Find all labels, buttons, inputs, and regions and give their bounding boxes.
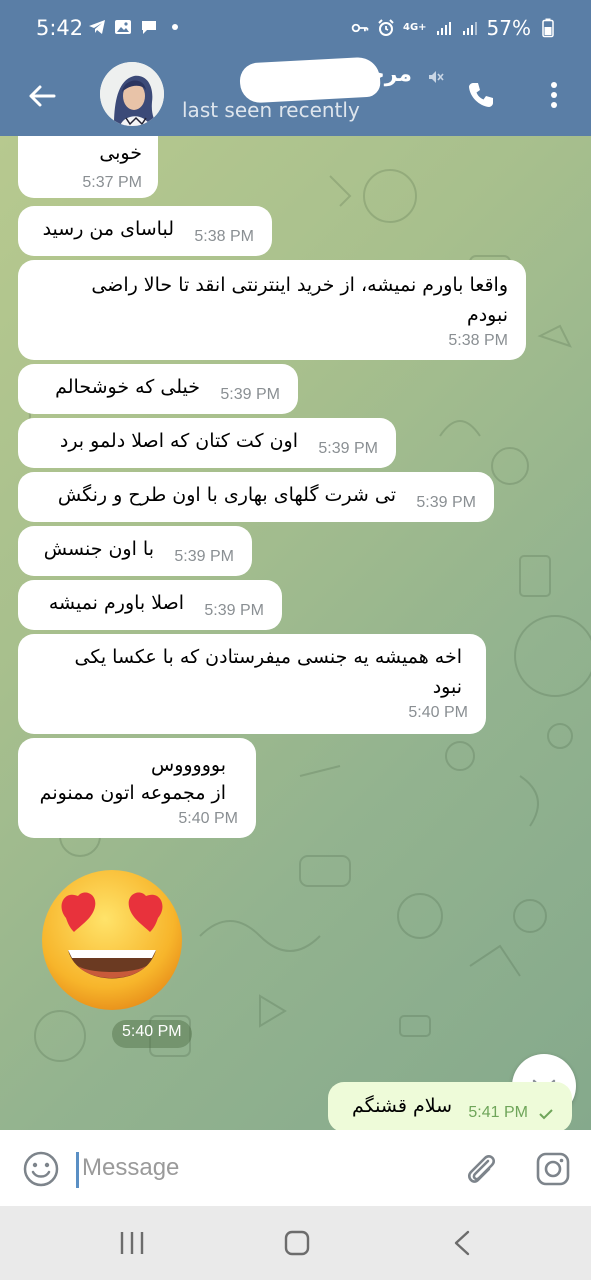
attach-button[interactable]: [462, 1150, 500, 1188]
incoming-message[interactable]: خوبی 5:37 PM: [18, 136, 158, 198]
recents-icon: [120, 1232, 144, 1254]
network-type-label: 4G+: [403, 22, 427, 33]
incoming-message[interactable]: بوووووس از مجموعه اتون ممنونم 5:40 PM: [18, 738, 256, 838]
heart-eyes-emoji-icon[interactable]: [38, 866, 186, 1014]
message-time: 5:39 PM: [416, 494, 476, 511]
message-text: تی شرت گلهای بهاری با اون طرح و رنگش: [57, 484, 396, 506]
system-nav-bar: [0, 1206, 591, 1280]
message-text: لباسای من رسید: [42, 218, 174, 240]
battery-icon: [539, 18, 557, 38]
message-time: 5:39 PM: [318, 440, 378, 457]
arrow-left-icon: [29, 85, 56, 107]
status-right-icons: 4G+ 57%: [351, 16, 557, 40]
signal-strength-icon: [435, 19, 453, 37]
more-notifications-dot-icon: [166, 18, 184, 36]
more-menu-button[interactable]: [540, 76, 568, 114]
home-button[interactable]: [284, 1230, 310, 1260]
chat-messages-area[interactable]: خوبی 5:37 PM لباسای من رسید 5:38 PM واقع…: [0, 136, 591, 1130]
alarm-icon: [377, 19, 395, 37]
back-button[interactable]: [22, 76, 62, 116]
last-seen-status: last seen recently: [182, 98, 360, 122]
paperclip-icon: [468, 1155, 495, 1183]
telegram-notification-icon: [88, 18, 106, 36]
sticker-time: 5:40 PM: [112, 1020, 192, 1048]
message-time: 5:40 PM: [178, 810, 238, 827]
chevron-left-icon: [454, 1230, 470, 1256]
message-time: 5:40 PM: [408, 704, 468, 721]
outgoing-message[interactable]: سلام قشنگم 5:41 PM: [328, 1082, 572, 1130]
message-text-line1: بوووووس: [151, 754, 226, 776]
emoji-button[interactable]: [22, 1150, 60, 1188]
text-cursor: [76, 1152, 79, 1188]
battery-percent: 57%: [486, 16, 531, 40]
phone-icon: [469, 83, 493, 107]
name-redaction-mark: [239, 56, 381, 104]
muted-icon: [426, 68, 444, 90]
message-text: اصلا باورم نمیشه: [48, 592, 184, 614]
message-text: خیلی که خوشحالم: [55, 376, 200, 398]
more-vertical-icon: [551, 82, 557, 108]
message-text-line1: اخه همیشه یه جنسی میفرستادن که با عکسا ی…: [74, 646, 463, 668]
recents-button[interactable]: [118, 1230, 146, 1260]
message-time: 5:38 PM: [194, 228, 254, 245]
message-text-line2: نبودم: [466, 304, 508, 326]
status-notification-icons: [88, 18, 184, 36]
incoming-message[interactable]: با اون جنسش 5:39 PM: [18, 526, 252, 576]
contact-avatar[interactable]: [100, 62, 164, 126]
message-time: 5:38 PM: [448, 332, 508, 349]
message-time: 5:39 PM: [220, 386, 280, 403]
message-text: با اون جنسش: [43, 538, 154, 560]
incoming-message[interactable]: خیلی که خوشحالم 5:39 PM: [18, 364, 298, 414]
message-notification-icon: [140, 18, 158, 36]
chat-header: مرجان همدان last seen recently: [0, 56, 591, 136]
message-time: 5:39 PM: [204, 602, 264, 619]
sent-check-icon: [539, 1109, 553, 1120]
message-text: خوبی: [99, 142, 142, 164]
outgoing-message-time: 5:41 PM: [468, 1104, 528, 1121]
incoming-message[interactable]: لباسای من رسید 5:38 PM: [18, 206, 272, 256]
message-composer: [0, 1130, 591, 1206]
incoming-message[interactable]: اصلا باورم نمیشه 5:39 PM: [18, 580, 282, 630]
home-icon: [284, 1230, 310, 1256]
nav-back-button[interactable]: [452, 1230, 472, 1260]
message-text-line1: واقعا باورم نمیشه، از خرید اینترنتی انقد…: [91, 274, 508, 296]
outgoing-message-text: سلام قشنگم: [352, 1095, 452, 1117]
incoming-message[interactable]: تی شرت گلهای بهاری با اون طرح و رنگش 5:3…: [18, 472, 494, 522]
message-text-line2: از مجموعه اتون ممنونم: [39, 782, 226, 804]
message-time: 5:37 PM: [82, 174, 142, 191]
gallery-notification-icon: [114, 18, 132, 36]
incoming-message[interactable]: اخه همیشه یه جنسی میفرستادن که با عکسا ی…: [18, 634, 486, 734]
message-time: 5:39 PM: [174, 548, 234, 565]
message-input[interactable]: [82, 1146, 442, 1190]
message-text-line2: نبود: [432, 676, 462, 698]
incoming-message[interactable]: اون کت کتان که اصلا دلمو برد 5:39 PM: [18, 418, 396, 468]
incoming-message[interactable]: واقعا باورم نمیشه، از خرید اینترنتی انقد…: [18, 260, 526, 360]
message-text: اون کت کتان که اصلا دلمو برد: [59, 430, 298, 452]
camera-button[interactable]: [534, 1150, 572, 1188]
status-time: 5:42: [36, 16, 84, 40]
status-bar: 5:42 4G+ 57%: [0, 0, 591, 58]
vpn-key-icon: [351, 19, 369, 37]
smiley-icon: [23, 1151, 59, 1187]
signal-strength-2-icon: [461, 19, 479, 37]
call-button[interactable]: [462, 76, 500, 114]
camera-icon: [536, 1152, 570, 1186]
